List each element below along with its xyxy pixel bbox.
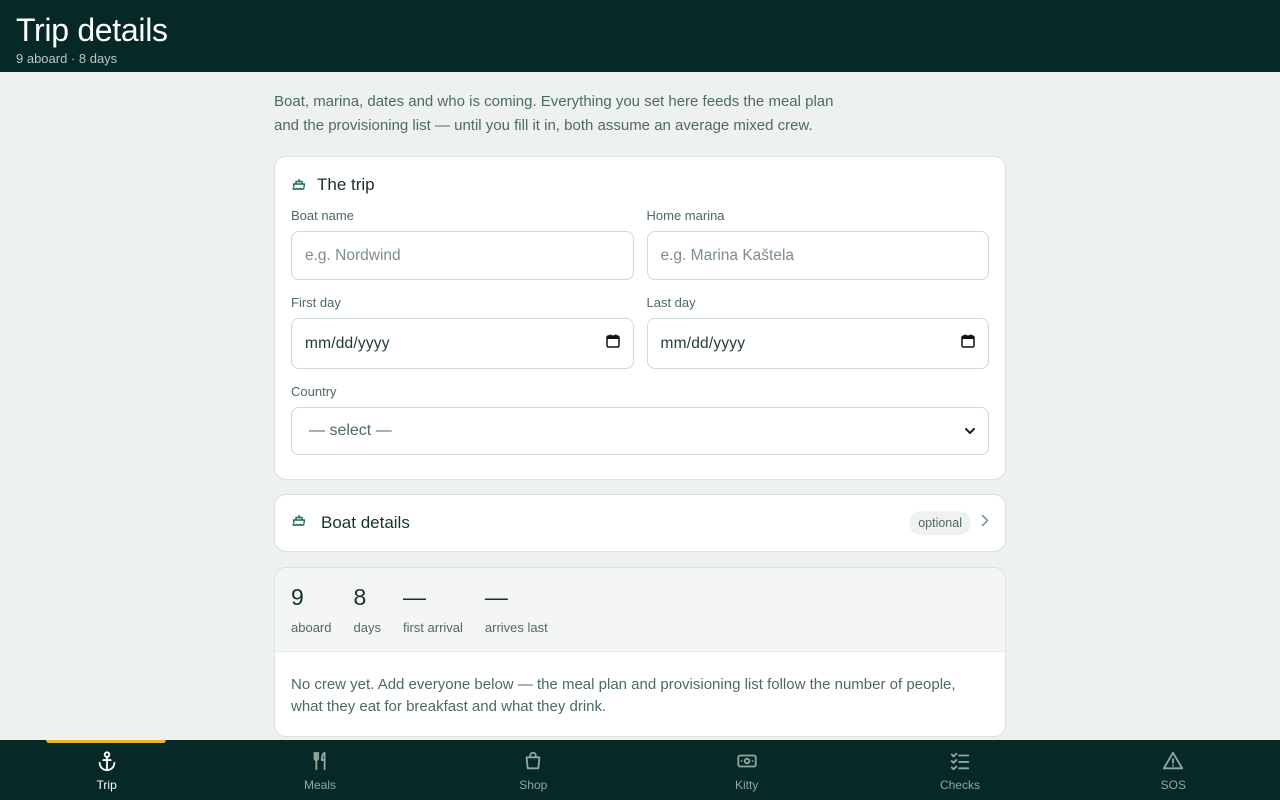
intro-text: Boat, marina, dates and who is coming. E… [274,93,834,134]
last-day-input[interactable]: mm/dd/yyyy [646,318,989,369]
home-marina-label: Home marina [646,208,725,223]
crew-empty-note: No crew yet. Add everyone below — the me… [291,676,956,715]
nav-label: Shop [519,778,548,792]
stat-caption: days [353,620,381,635]
first-day-label: First day [291,295,341,310]
nav-shop[interactable]: Shop [427,740,640,800]
nav-trip[interactable]: Trip [0,740,213,800]
nav-label: SOS [1160,778,1186,792]
warning-icon [1162,750,1184,772]
top-bar: Trip details 9 aboard · 8 days [0,0,1280,72]
stat-value: 8 [353,584,367,610]
first-day-value: mm/dd/yyyy [305,334,390,352]
nav-label: Trip [96,778,117,792]
trip-card: The trip Boat name e.g. Nordwind Home ma… [274,156,1006,480]
boat-name-input[interactable]: e.g. Nordwind [291,231,634,280]
boat-name-field: Boat name e.g. Nordwind [291,208,634,280]
country-label: Country [291,384,337,399]
stat-caption: first arrival [402,620,463,635]
first-day-input[interactable]: mm/dd/yyyy [291,318,634,369]
country-field: Country — select — [291,384,989,455]
boat-icon [291,177,307,193]
nav-label: Meals [303,778,336,792]
shopping-bag-icon [522,750,544,772]
home-marina-field: Home marina e.g. Marina Kaštela [646,208,989,280]
calendar-icon[interactable] [605,334,620,353]
last-day-value: mm/dd/yyyy [660,334,746,352]
last-day-field: Last day mm/dd/yyyy [646,295,989,369]
stat-value: — [484,584,508,610]
nav-label: Checks [939,778,980,792]
chevron-right-icon [981,514,989,532]
stat-days: 8 days [353,584,380,651]
calendar-icon[interactable] [961,334,975,353]
anchor-icon [96,750,118,772]
nav-kitty[interactable]: Kitty [640,740,853,800]
stat-first-arrival: — first arrival [403,584,463,651]
nav-sos[interactable]: SOS [1067,740,1280,800]
trip-card-title: The trip [317,175,375,194]
stat-value: 9 [291,584,304,610]
home-marina-input[interactable]: e.g. Marina Kaštela [646,231,989,280]
boat-icon [291,513,307,534]
boat-name-label: Boat name [291,208,354,223]
bottom-nav: Trip Meals Shop Kitty Checks SOS [0,740,1280,800]
boat-details-toggle[interactable]: Boat details optional [274,494,1006,552]
stat-aboard: 9 aboard [291,584,331,651]
nav-checks[interactable]: Checks [853,740,1066,800]
chevron-down-icon [965,422,975,440]
page-subtitle: 9 aboard · 8 days [16,51,118,66]
optional-badge: optional [909,511,971,535]
main-content: Boat, marina, dates and who is coming. E… [274,72,1006,740]
country-select[interactable]: — select — [291,407,989,455]
fork-knife-icon [309,750,331,772]
crew-stats: 9 aboard 8 days — first arrival — arrive… [275,568,1005,652]
trip-card-header: The trip [291,173,989,197]
crew-card: 9 aboard 8 days — first arrival — arrive… [274,567,1006,737]
stat-value: — [402,584,426,610]
first-day-field: First day mm/dd/yyyy [291,295,634,369]
stat-caption: aboard [291,620,332,635]
last-day-label: Last day [646,295,696,310]
banknote-icon [736,750,758,772]
stat-caption: arrives last [484,620,548,635]
nav-meals[interactable]: Meals [213,740,426,800]
country-selected: — select — [309,422,392,439]
page-title: Trip details [16,12,168,48]
boat-details-title: Boat details [321,513,410,532]
stat-arrives-last: — arrives last [485,584,548,651]
checklist-icon [949,750,971,772]
nav-label: Kitty [734,778,759,792]
